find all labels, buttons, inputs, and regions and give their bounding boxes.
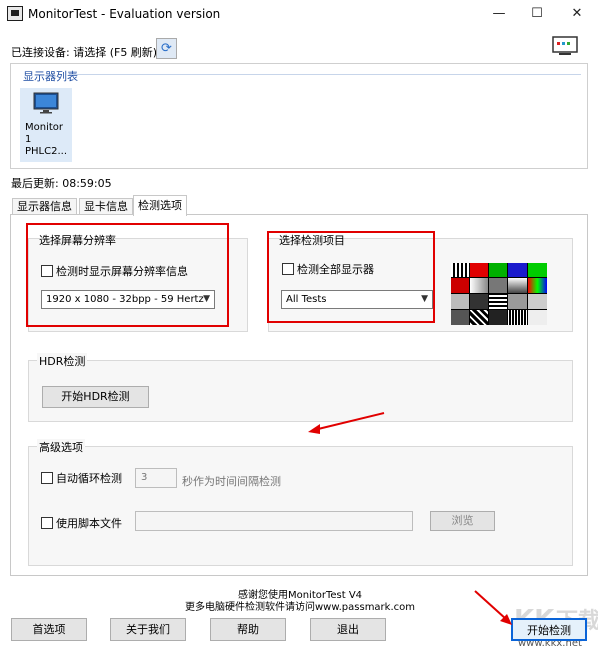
tab-test-options[interactable]: 检测选项 [133,195,187,216]
start-hdr-test-button[interactable]: 开始HDR检测 [42,386,149,408]
use-script-label: 使用脚本文件 [56,517,122,530]
monitor-name: Monitor 1 PHLC2... [25,122,72,158]
refresh-icon: ⟳ [161,41,172,56]
script-file-input[interactable] [135,511,413,531]
annotation-box-test-selection [267,231,435,323]
monitor-list-divider [71,74,581,75]
monitor-icon [33,92,59,114]
passmark-logo-icon [552,36,578,55]
tab-monitor-info[interactable]: 显示器信息 [12,198,77,215]
help-button[interactable]: 帮助 [210,618,286,641]
advanced-group: 高级选项 [28,439,573,566]
monitor-app-icon [7,6,23,21]
title-bar: MonitorTest - Evaluation version — ☐ ✕ [0,0,600,28]
annotation-arrow-start [474,590,512,625]
monitor-list: 显示器列表 Monitor 1 PHLC2... [10,63,588,169]
monitor-model-label: PHLC2... [25,146,68,157]
preferences-button[interactable]: 首选项 [11,618,87,641]
loop-interval-suffix: 秒作为时间间隔检测 [182,475,281,488]
auto-loop-label: 自动循环检测 [56,472,122,485]
monitor-list-header: 显示器列表 [23,70,78,83]
minimize-button[interactable]: — [488,4,510,24]
auto-loop-checkbox-row[interactable]: 自动循环检测 [41,470,122,486]
last-update-label: 最后更新: 08:59:05 [11,177,112,190]
connected-device-label: 已连接设备: 请选择 (F5 刷新) [11,46,158,59]
auto-loop-checkbox[interactable] [41,472,53,484]
maximize-button[interactable]: ☐ [526,4,548,24]
annotation-box-resolution [26,223,229,327]
browse-button[interactable]: 浏览 [430,511,495,531]
advanced-group-title: 高级选项 [37,439,85,455]
loop-interval-input[interactable]: 3 [135,468,177,488]
window-title: MonitorTest - Evaluation version [28,7,221,21]
annotation-arrow-left [308,412,385,434]
use-script-checkbox[interactable] [41,517,53,529]
use-script-checkbox-row[interactable]: 使用脚本文件 [41,515,122,531]
hdr-group-title: HDR检测 [37,353,88,369]
tab-gpu-info[interactable]: 显卡信息 [79,198,133,215]
monitor-name-label: Monitor 1 [25,122,64,145]
close-button[interactable]: ✕ [566,4,588,24]
test-pattern-preview [451,263,547,325]
exit-button[interactable]: 退出 [310,618,386,641]
refresh-button[interactable]: ⟳ [156,38,177,59]
start-test-button[interactable]: 开始检测 [511,618,587,641]
about-button[interactable]: 关于我们 [110,618,186,641]
monitor-list-item[interactable]: Monitor 1 PHLC2... [20,88,72,162]
